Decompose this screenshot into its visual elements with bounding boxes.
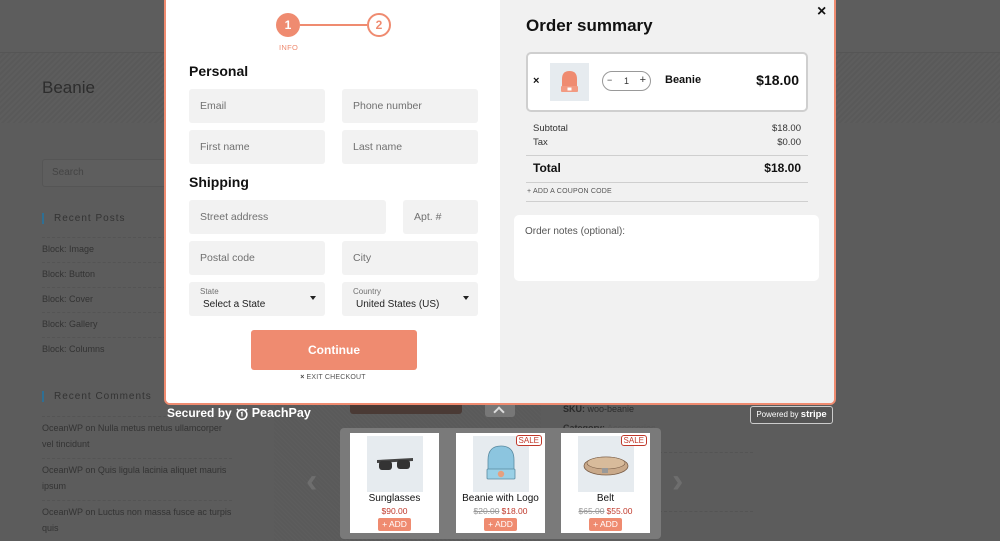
step-2-indicator[interactable]: 2 [367,13,391,37]
close-modal-icon[interactable]: × [817,3,826,21]
country-select[interactable]: Country United States (US) [342,282,478,316]
recent-comments-list: OceanWP on Nulla metus metus ullamcorper… [42,416,232,541]
caret-down-icon [310,296,316,300]
shipping-section-title: Shipping [189,174,249,190]
product-name: Sunglasses [368,493,421,504]
product-price: $90.00 [381,506,408,516]
order-notes-textarea[interactable]: Order notes (optional): [514,215,819,281]
phone-field[interactable]: Phone number [342,89,478,123]
add-to-cart-button[interactable]: + ADD [589,518,622,531]
sale-badge: SALE [515,435,542,446]
remove-item-icon[interactable]: × [533,75,539,87]
product-image [367,436,423,492]
recent-comment-link[interactable]: OceanWP on Luctus non massa fusce ac tur… [42,500,232,541]
close-icon: × [300,374,305,381]
cart-item-name: Beanie [665,74,702,86]
sale-badge: SALE [620,435,647,446]
product-price: $65.00 $55.00 [578,506,633,516]
add-to-cart-button[interactable]: + ADD [484,518,517,531]
first-name-field[interactable]: First name [189,130,325,164]
product-card[interactable]: SALE Beanie with Logo $20.00 $18.00 + ADD [456,433,545,533]
product-name: Beanie with Logo [462,493,539,504]
street-address-field[interactable]: Street address [189,200,386,234]
quantity-value: 1 [624,76,630,86]
step-1-label: INFO [279,43,299,52]
recommended-products: Sunglasses $90.00 + ADD SALE Beanie with… [340,428,661,539]
total-row: Total $18.00 [526,155,808,183]
sidebar-search-input[interactable]: Search [42,159,172,187]
checkout-stepper: 1 2 INFO [276,13,396,55]
product-card[interactable]: SALE Belt $65.00 $55.00 + ADD [561,433,650,533]
product-card[interactable]: Sunglasses $90.00 + ADD [350,433,439,533]
add-coupon-link[interactable]: + ADD A COUPON CODE [526,183,808,202]
powered-by-stripe-badge[interactable]: Powered by stripe [750,406,833,424]
exit-checkout-link[interactable]: × EXIT CHECKOUT [166,374,500,381]
order-summary-title: Order summary [526,16,653,35]
caret-down-icon [463,296,469,300]
tax-row: Tax $0.00 [533,137,801,148]
quantity-stepper[interactable]: − 1 + [602,71,651,91]
recent-comment-link[interactable]: OceanWP on Quis ligula lacinia aliquet m… [42,458,232,500]
step-1-indicator[interactable]: 1 [276,13,300,37]
decrease-quantity-button[interactable]: − [607,75,612,85]
product-sku: SKU: woo-beanie [563,404,635,414]
state-select[interactable]: State Select a State [189,282,325,316]
email-field[interactable]: Email [189,89,325,123]
beanie-thumbnail [550,63,589,101]
sunglasses-icon [377,458,413,470]
cart-item-price: $18.00 [756,72,799,88]
previous-arrow-icon[interactable]: ‹ [306,462,317,501]
last-name-field[interactable]: Last name [342,130,478,164]
postal-code-field[interactable]: Postal code [189,241,325,275]
product-price: $20.00 $18.00 [473,506,528,516]
chevron-up-icon [493,406,505,418]
collapse-recommendations-button[interactable] [485,405,515,418]
continue-button[interactable]: Continue [251,330,417,370]
subtotal-row: Subtotal $18.00 [533,123,801,134]
personal-section-title: Personal [189,63,249,79]
secured-by-peachpay: Secured by PeachPay [167,406,311,420]
recent-comment-link[interactable]: OceanWP on Nulla metus metus ullamcorper… [42,416,232,458]
page-title: Beanie [42,78,95,97]
stepper-line [300,24,367,26]
add-to-cart-button[interactable]: + ADD [378,518,411,531]
next-arrow-icon[interactable]: › [672,462,683,501]
checkout-modal: 1 2 INFO Personal Email Phone number Fir… [164,0,836,405]
increase-quantity-button[interactable]: + [640,74,646,86]
recent-comments-title: Recent Comments [42,391,152,402]
city-field[interactable]: City [342,241,478,275]
cart-item: × − 1 + Beanie $18.00 [526,52,808,112]
checkout-form-pane: 1 2 INFO Personal Email Phone number Fir… [166,0,500,403]
peachpay-logo-icon [236,407,248,420]
product-name: Belt [596,493,615,504]
order-summary-pane: Order summary × × − 1 + Beanie $18.00 Su… [500,0,834,403]
order-totals: Subtotal $18.00 Tax $0.00 Total $18.00 + AD… [526,123,808,202]
beanie-icon [561,71,578,92]
apt-field[interactable]: Apt. # [403,200,478,234]
recent-posts-title: Recent Posts [42,213,125,224]
